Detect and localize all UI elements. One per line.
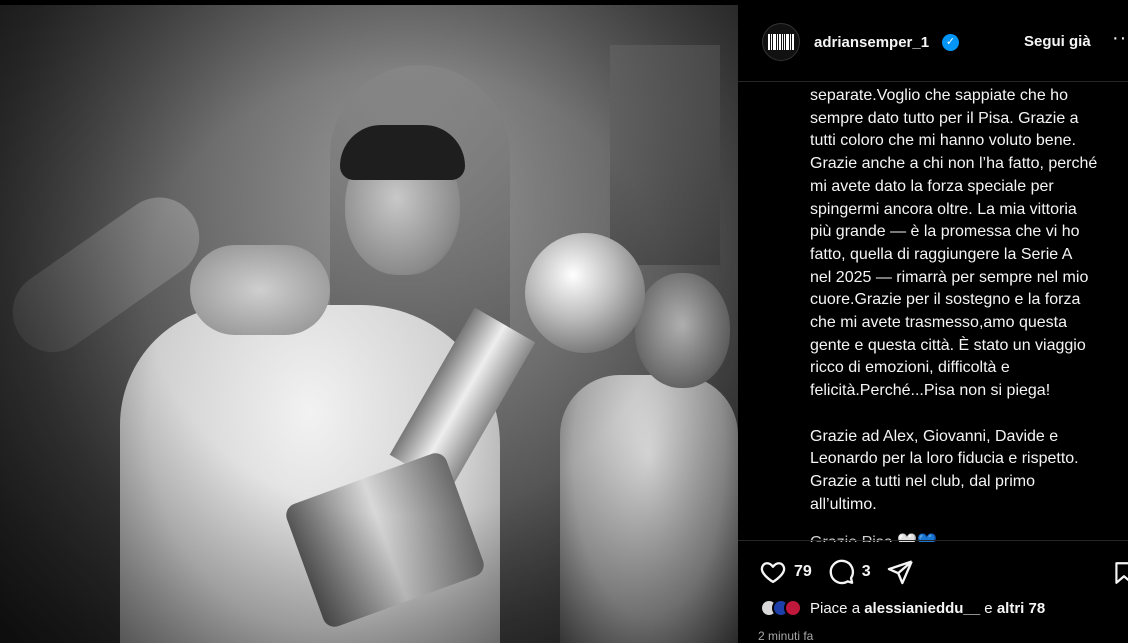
verified-icon: ✓ xyxy=(942,34,959,51)
liker-avatar xyxy=(784,599,802,617)
photo-vignette xyxy=(0,5,738,643)
following-button[interactable]: Segui già xyxy=(1024,33,1091,50)
other-likes-link[interactable]: altri 78 xyxy=(997,600,1045,617)
post-actions: 79 3 xyxy=(758,557,929,587)
comment-count: 3 xyxy=(861,563,871,580)
comment-button[interactable]: 3 xyxy=(826,558,871,586)
post-timestamp[interactable]: 2 minuti fa xyxy=(758,629,813,643)
comment-icon xyxy=(829,559,854,585)
likes-summary: Piace a alessianieddu__ e altri 78 xyxy=(760,599,1045,617)
username-link[interactable]: adriansemper_1 xyxy=(814,34,929,51)
share-icon xyxy=(887,560,913,585)
liker-username-link[interactable]: alessianieddu__ xyxy=(864,600,980,617)
like-count: 79 xyxy=(794,563,812,580)
post-image[interactable] xyxy=(0,5,738,643)
share-button[interactable] xyxy=(885,558,915,586)
post-header: adriansemper_1 ✓ Segui già ·· xyxy=(738,5,1128,82)
likes-text: Piace a alessianieddu__ e altri 78 xyxy=(810,599,1046,617)
post-side-panel: adriansemper_1 ✓ Segui già ·· separate.V… xyxy=(738,5,1128,643)
avatar[interactable] xyxy=(762,23,800,61)
like-button[interactable]: 79 xyxy=(758,558,812,586)
barcode-logo-icon xyxy=(768,34,794,50)
bookmark-icon[interactable] xyxy=(1111,560,1128,586)
more-icon[interactable]: ·· xyxy=(1112,27,1127,50)
heart-icon xyxy=(760,562,786,584)
post-caption: separate.Voglio che sappiate che ho semp… xyxy=(810,87,1098,513)
divider xyxy=(738,540,1128,541)
